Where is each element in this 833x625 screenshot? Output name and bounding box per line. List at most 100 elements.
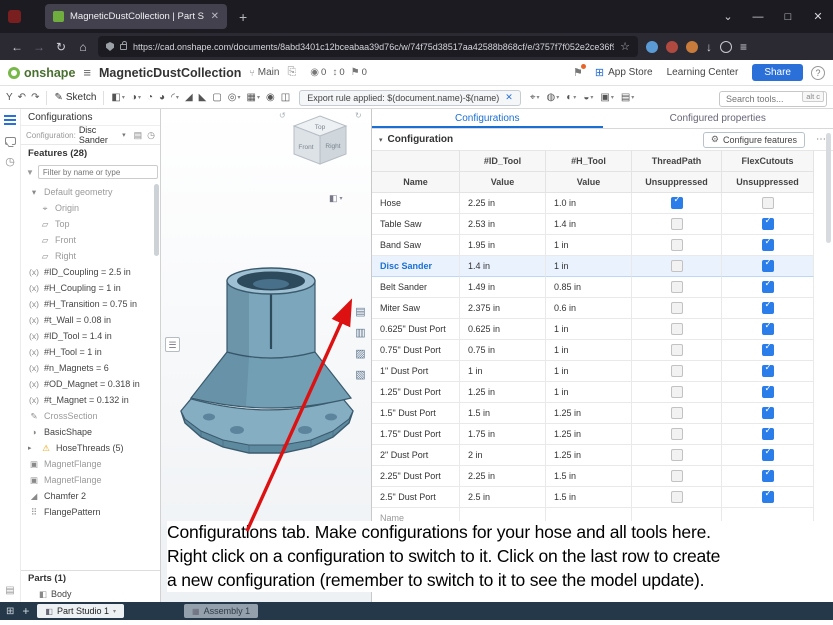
browser-tab[interactable]: MagneticDustCollection | Part S ✕ (45, 4, 227, 29)
flexcutouts-checkbox[interactable] (761, 466, 774, 482)
threadpath-checkbox[interactable] (670, 344, 683, 356)
url-field[interactable]: https://cad.onshape.com/documents/8abd34… (98, 36, 638, 57)
threadpath-checkbox[interactable] (670, 449, 683, 461)
config-name-cell[interactable]: 2.25" Dust Port (372, 466, 460, 487)
id-tool-value-cell[interactable]: 1.75 in (460, 424, 546, 445)
config-row[interactable]: Belt Sander 1.49 in 0.85 in (372, 277, 814, 298)
h-tool-value-cell[interactable]: 1.25 in (546, 445, 632, 466)
tab-assembly-1[interactable]: ▦ Assembly 1 (184, 604, 259, 618)
extension-blue-icon[interactable] (646, 40, 658, 53)
view-cube[interactable]: Top Front Right (289, 113, 351, 169)
doc-stat[interactable]: ↕ 0 (332, 67, 344, 78)
feature-tree-item[interactable]: ▣ MagnetFlange (21, 472, 160, 488)
extrude-icon[interactable]: ◧ ▾ (111, 92, 124, 103)
mirror-icon[interactable]: ◫ (281, 92, 290, 103)
window-close-button[interactable]: ✕ (803, 10, 833, 23)
config-row[interactable]: 2.25" Dust Port 2.25 in 1.5 in (372, 466, 814, 487)
loft-icon[interactable]: ◕ (159, 92, 165, 103)
id-tool-value-cell[interactable]: 2.53 in (460, 214, 546, 235)
downloads-icon[interactable]: ↓ (706, 40, 712, 54)
config-name-cell[interactable]: 1.25" Dust Port (372, 382, 460, 403)
shell-icon[interactable]: ▢ (212, 92, 221, 103)
h-tool-value-cell[interactable]: 1 in (546, 235, 632, 256)
panel-toggle-icon[interactable]: ▤ (5, 585, 14, 596)
browser-menu-icon[interactable]: ≡ (740, 40, 747, 54)
learning-center-button[interactable]: Learning Center (667, 67, 739, 78)
h-tool-value-cell[interactable]: 1.4 in (546, 214, 632, 235)
flexcutouts-checkbox[interactable] (761, 424, 774, 440)
config-name-cell[interactable]: Band Saw (372, 235, 460, 256)
flexcutouts-checkbox[interactable] (761, 382, 774, 398)
fillet-icon[interactable]: ◜ ▾ (171, 92, 179, 103)
flexcutouts-checkbox[interactable] (761, 361, 774, 377)
id-tool-value-cell[interactable]: 0.625 in (460, 319, 546, 340)
h-tool-value-cell[interactable]: 0.6 in (546, 298, 632, 319)
flexcutouts-checkbox[interactable] (761, 214, 774, 230)
h-tool-value-cell[interactable]: 1.0 in (546, 193, 632, 214)
h-tool-value-cell[interactable]: 1.25 in (546, 403, 632, 424)
extension-orange-icon[interactable] (686, 40, 698, 53)
tab-part-studio-1[interactable]: ◧ Part Studio 1 ▾ (37, 604, 125, 618)
feature-tree-item[interactable]: ▱ Top (21, 216, 160, 232)
threadpath-checkbox[interactable] (670, 407, 683, 419)
feature-tree-item[interactable]: (x) #H_Coupling = 1 in (21, 280, 160, 296)
configure-features-button[interactable]: ⚙ Configure features (702, 131, 805, 148)
flexcutouts-checkbox[interactable] (761, 487, 774, 503)
reload-icon[interactable]: ↻ (54, 40, 68, 54)
h-tool-value-cell[interactable]: 1 in (546, 256, 632, 277)
extension-red-icon[interactable] (666, 40, 678, 53)
account-icon[interactable] (720, 40, 732, 53)
undo-icon[interactable]: ↶ (18, 92, 26, 103)
padlock-icon[interactable] (120, 40, 127, 50)
part-model[interactable] (171, 257, 361, 471)
config-name-cell[interactable]: 0.625" Dust Port (372, 319, 460, 340)
threadpath-checkbox[interactable] (670, 239, 683, 251)
feature-filter-input[interactable] (37, 165, 158, 179)
active-configuration-selector[interactable]: Configuration: Disc Sander ▾ ▤ ◷ (21, 125, 160, 145)
tab-manager-grid-icon[interactable]: ⊞ (6, 606, 14, 617)
flexcutouts-checkbox[interactable] (761, 298, 774, 314)
workspace-selector[interactable]: ⑂ Main (249, 67, 279, 78)
document-menu-icon[interactable]: ≡ (83, 65, 91, 80)
config-row[interactable]: Hose 2.25 in 1.0 in (372, 193, 814, 214)
circular-pattern-icon[interactable]: ◉ (266, 92, 275, 103)
onshape-logo[interactable]: onshape (8, 66, 75, 80)
feature-tree-item[interactable]: ⌖ Origin (21, 200, 160, 216)
linear-pattern-icon[interactable]: ▦ ▾ (247, 92, 260, 103)
h-tool-value-cell[interactable]: 1.25 in (546, 424, 632, 445)
id-tool-value-cell[interactable]: 2.25 in (460, 193, 546, 214)
flexcutouts-checkbox[interactable] (761, 235, 774, 251)
configurations-panel-icon[interactable] (4, 115, 16, 117)
display-icon[interactable]: ▤ ▾ (621, 92, 634, 103)
config-row[interactable]: 1" Dust Port 1 in 1 in (372, 361, 814, 382)
shield-icon[interactable] (106, 42, 114, 51)
h-tool-value-cell[interactable]: 1.5 in (546, 487, 632, 508)
rotate-ccw-icon[interactable]: ↺ (279, 111, 286, 120)
new-tab-button[interactable]: + (239, 9, 247, 25)
feature-tree-item[interactable]: ⠿ FlangePattern (21, 504, 160, 520)
feature-tree-item[interactable]: ◑ BasicShape (21, 424, 160, 440)
flexcutouts-checkbox[interactable] (761, 197, 774, 209)
flexcutouts-checkbox[interactable] (761, 277, 774, 293)
comments-panel-icon[interactable] (4, 137, 16, 145)
feature-tree-item[interactable]: ✎ CrossSection (21, 408, 160, 424)
threadpath-checkbox[interactable] (670, 323, 683, 335)
id-tool-value-cell[interactable]: 2.375 in (460, 298, 546, 319)
config-row[interactable]: Band Saw 1.95 in 1 in (372, 235, 814, 256)
chamfer-icon[interactable]: ◢ (185, 92, 193, 103)
mass-properties-icon[interactable]: ◍ ▾ (547, 92, 560, 103)
notifications-flag-icon[interactable]: ⚑ (573, 64, 586, 79)
tab-close-icon[interactable]: ✕ (211, 11, 219, 22)
config-row[interactable]: 1.25" Dust Port 1.25 in 1 in (372, 382, 814, 403)
back-icon[interactable]: ← (10, 40, 24, 54)
flexcutouts-checkbox[interactable] (761, 340, 774, 356)
feature-tree-item[interactable]: (x) #ID_Tool = 1.4 in (21, 328, 160, 344)
threadpath-checkbox[interactable] (670, 281, 683, 293)
tabs-list-icon[interactable]: ⌄ (713, 10, 743, 23)
tab-configurations[interactable]: Configurations (372, 109, 603, 128)
browser-app-icon[interactable] (8, 10, 21, 23)
window-minimize-button[interactable]: — (743, 11, 773, 23)
h-tool-value-cell[interactable]: 1 in (546, 361, 632, 382)
part-item-body[interactable]: ◧ Body (21, 586, 160, 602)
share-link-icon[interactable]: ⎘ (287, 66, 296, 79)
